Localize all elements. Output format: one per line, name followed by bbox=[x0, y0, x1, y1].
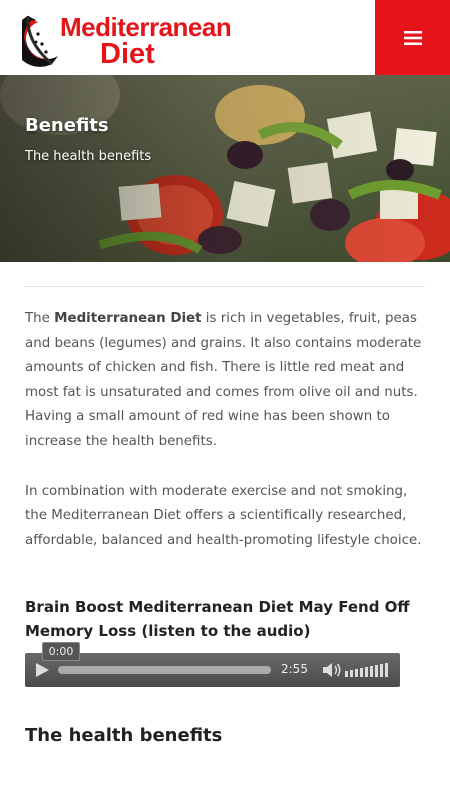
second-paragraph: In combination with moderate exercise an… bbox=[25, 483, 422, 548]
intro-prefix: The bbox=[25, 311, 55, 326]
menu-button[interactable] bbox=[375, 0, 450, 75]
volume-icon[interactable] bbox=[322, 662, 342, 678]
play-icon[interactable] bbox=[34, 662, 50, 678]
intro-paragraph: The Mediterranean Diet is rich in vegeta… bbox=[25, 307, 425, 455]
main-content: The Mediterranean Diet is rich in vegeta… bbox=[0, 286, 450, 746]
hero-subtitle: The health benefits bbox=[25, 149, 152, 164]
audio-heading: Brain Boost Mediterranean Diet May Fend … bbox=[25, 598, 410, 641]
volume-slider[interactable] bbox=[345, 663, 389, 678]
watermelon-logo-icon bbox=[22, 15, 58, 67]
logo-text-line2: Diet bbox=[100, 38, 155, 70]
intro-bold-term: Mediterranean Diet bbox=[54, 311, 202, 326]
salad-background-image bbox=[0, 75, 450, 262]
hamburger-menu-icon bbox=[403, 30, 422, 45]
hero-title: Benefits bbox=[25, 115, 109, 136]
audio-progress-track[interactable] bbox=[58, 666, 271, 675]
site-header: Mediterranean Diet bbox=[0, 0, 450, 75]
current-time-tooltip: 0:00 bbox=[42, 642, 80, 662]
audio-player[interactable]: 0:00 2:55 bbox=[25, 642, 400, 688]
hero-banner: Benefits The health benefits bbox=[0, 75, 450, 262]
intro-rest: is rich in vegetables, fruit, peas and b… bbox=[25, 311, 422, 449]
section-heading: The health benefits bbox=[25, 725, 223, 747]
divider bbox=[25, 286, 425, 287]
audio-duration: 2:55 bbox=[281, 662, 308, 677]
site-logo[interactable]: Mediterranean Diet bbox=[22, 8, 232, 70]
